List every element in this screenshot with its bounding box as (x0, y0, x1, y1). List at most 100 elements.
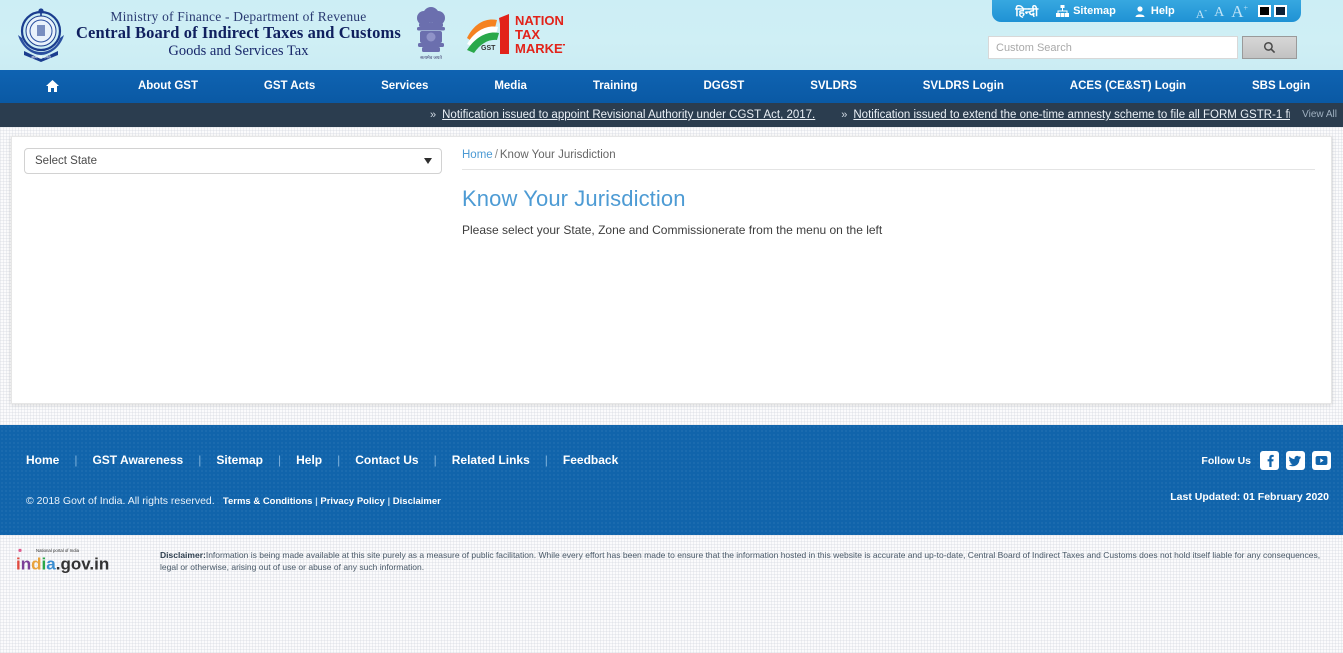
nav-item-svldrs[interactable]: SVLDRS (777, 70, 890, 103)
nav-item-sbs-login[interactable]: SBS Login (1219, 70, 1343, 103)
twitter-button[interactable] (1286, 451, 1305, 470)
svg-text:GST: GST (481, 45, 496, 52)
nav-item-training[interactable]: Training (560, 70, 671, 103)
footer-link-home[interactable]: Home (26, 453, 74, 467)
chevron-down-icon (424, 158, 432, 164)
breadcrumb-current: Know Your Jurisdiction (499, 149, 616, 161)
ministry-line: Ministry of Finance - Department of Reve… (110, 9, 367, 25)
font-normal-button[interactable]: A (1214, 5, 1224, 20)
svg-text:सत्यमेव जयते: सत्यमेव जयते (31, 55, 51, 60)
disclaimer-body: Information is being made available at t… (160, 550, 1321, 573)
youtube-button[interactable] (1312, 451, 1331, 470)
breadcrumb: Home / Know Your Jurisdiction (462, 149, 1315, 169)
font-increase-button[interactable]: A+ (1231, 3, 1248, 20)
footer-link-help[interactable]: Help (281, 453, 337, 467)
home-icon (46, 79, 59, 92)
contrast-dark-button[interactable] (1274, 5, 1287, 17)
social-follow: Follow Us (1201, 451, 1331, 470)
content-card: Select State Home / Know Your Jurisdiction… (11, 136, 1332, 404)
jurisdiction-filter-panel: Select State (12, 137, 462, 403)
state-select-value: Select State (35, 155, 98, 167)
search-button[interactable] (1242, 36, 1297, 59)
ashoka-pillar-icon: सत्यमेव जयते (416, 7, 445, 60)
nav-item-services[interactable]: Services (348, 70, 461, 103)
footer-link-related-links[interactable]: Related Links (437, 453, 545, 467)
language-toggle-hindi[interactable]: हिन्दी (1006, 0, 1047, 22)
breadcrumb-divider (462, 169, 1315, 170)
disclaimer-section: National portal of India india.gov.in Di… (0, 535, 1343, 574)
svg-text:india.gov.in: india.gov.in (16, 554, 109, 573)
privacy-link[interactable]: Privacy Policy (320, 496, 384, 507)
svg-text:TAX: TAX (515, 27, 540, 42)
legal-links: Terms & Conditions | Privacy Policy | Di… (218, 496, 441, 507)
ticker-item[interactable]: » Notification issued to appoint Revisio… (430, 109, 815, 121)
sitemap-label: Sitemap (1073, 5, 1116, 17)
last-updated-text: Last Updated: 01 February 2020 (1170, 491, 1329, 503)
nav-item-gst-acts[interactable]: GST Acts (231, 70, 348, 103)
ticker-item-link[interactable]: Notification issued to extend the one-ti… (853, 109, 1326, 121)
svg-text:NATION: NATION (515, 13, 564, 28)
terms-link[interactable]: Terms & Conditions (223, 496, 313, 507)
nav-item-svldrs-login[interactable]: SVLDRS Login (890, 70, 1037, 103)
footer-copyright-row: © 2018 Govt of India. All rights reserve… (26, 495, 441, 507)
page-title: Know Your Jurisdiction (462, 186, 686, 211)
ticker-item[interactable]: » Notification issued to extend the one-… (841, 109, 1326, 121)
nation-tax-market-logo-icon: GST NATION TAX MARKET (466, 13, 565, 56)
chevron-right-icon: » (841, 109, 848, 121)
contrast-black-button[interactable] (1258, 5, 1271, 17)
nav-item-home[interactable] (0, 70, 105, 103)
disclaimer-label: Disclaimer: (160, 550, 206, 560)
brand-block: सत्यमेव जयते Ministry of Finance - Depar… (14, 5, 565, 63)
ticker-track: » Notification issued to appoint Revisio… (0, 109, 1326, 121)
board-line: Central Board of Indirect Taxes and Cust… (76, 23, 401, 43)
disclaimer-link[interactable]: Disclaimer (393, 496, 441, 507)
gst-line: Goods and Services Tax (168, 42, 309, 59)
jurisdiction-detail-panel: Home / Know Your Jurisdiction Know Your Ju… (462, 137, 1331, 403)
nav-item-dggst[interactable]: DGGST (671, 70, 778, 103)
font-decrease-button[interactable]: A- (1196, 6, 1207, 20)
site-header: सत्यमेव जयते Ministry of Finance - Depar… (0, 0, 1343, 70)
disclaimer-text: Disclaimer:Information is being made ava… (138, 545, 1329, 574)
search-area (988, 36, 1297, 59)
chevron-right-icon: » (430, 109, 437, 121)
content-wrapper: Select State Home / Know Your Jurisdiction… (0, 127, 1343, 404)
page-description: Please select your State, Zone and Commi… (462, 223, 883, 237)
footer-link-contact-us[interactable]: Contact Us (340, 453, 433, 467)
main-navigation: About GST GST Acts Services Media Traini… (0, 70, 1343, 103)
sitemap-link[interactable]: Sitemap (1047, 0, 1125, 22)
notification-ticker: » Notification issued to appoint Revisio… (0, 103, 1343, 127)
india-gov-in-logo-icon[interactable]: National portal of India india.gov.in (14, 545, 138, 574)
twitter-icon (1289, 455, 1301, 467)
copyright-text: © 2018 Govt of India. All rights reserve… (26, 495, 215, 507)
brand-text: Ministry of Finance - Department of Reve… (76, 9, 401, 59)
footer-links: Home | GST Awareness | Sitemap | Help | Cont… (26, 453, 633, 467)
ticker-item-link[interactable]: Notification issued to appoint Revisiona… (442, 109, 815, 121)
ashoka-caption: सत्यमेव जयते (420, 54, 442, 60)
search-icon (1263, 41, 1276, 54)
footer-link-feedback[interactable]: Feedback (548, 453, 633, 467)
contrast-controls (1256, 5, 1287, 17)
follow-us-label: Follow Us (1201, 454, 1251, 467)
help-person-icon (1135, 6, 1145, 17)
search-input[interactable] (988, 36, 1238, 59)
svg-text:National portal of India: National portal of India (36, 548, 80, 553)
site-footer: Home | GST Awareness | Sitemap | Help | Cont… (0, 425, 1343, 535)
font-size-controls: A- A A+ (1184, 3, 1256, 20)
facebook-icon (1267, 454, 1274, 467)
cbic-emblem-icon: सत्यमेव जयते (18, 8, 64, 62)
nav-item-about-gst[interactable]: About GST (105, 70, 231, 103)
nav-item-aces-login[interactable]: ACES (CE&ST) Login (1037, 70, 1219, 103)
footer-link-sitemap[interactable]: Sitemap (201, 453, 278, 467)
nav-item-media[interactable]: Media (461, 70, 559, 103)
svg-text:MARKET: MARKET (515, 41, 565, 56)
sitemap-icon (1056, 5, 1070, 17)
help-link[interactable]: Help (1125, 0, 1184, 22)
divider: | (315, 496, 318, 507)
facebook-button[interactable] (1260, 451, 1279, 470)
footer-link-gst-awareness[interactable]: GST Awareness (77, 453, 198, 467)
divider: | (387, 496, 391, 507)
breadcrumb-home-link[interactable]: Home (462, 149, 493, 161)
breadcrumb-separator: / (494, 149, 498, 161)
ticker-view-all-button[interactable]: View All (1290, 103, 1337, 127)
state-select[interactable]: Select State (24, 148, 442, 174)
